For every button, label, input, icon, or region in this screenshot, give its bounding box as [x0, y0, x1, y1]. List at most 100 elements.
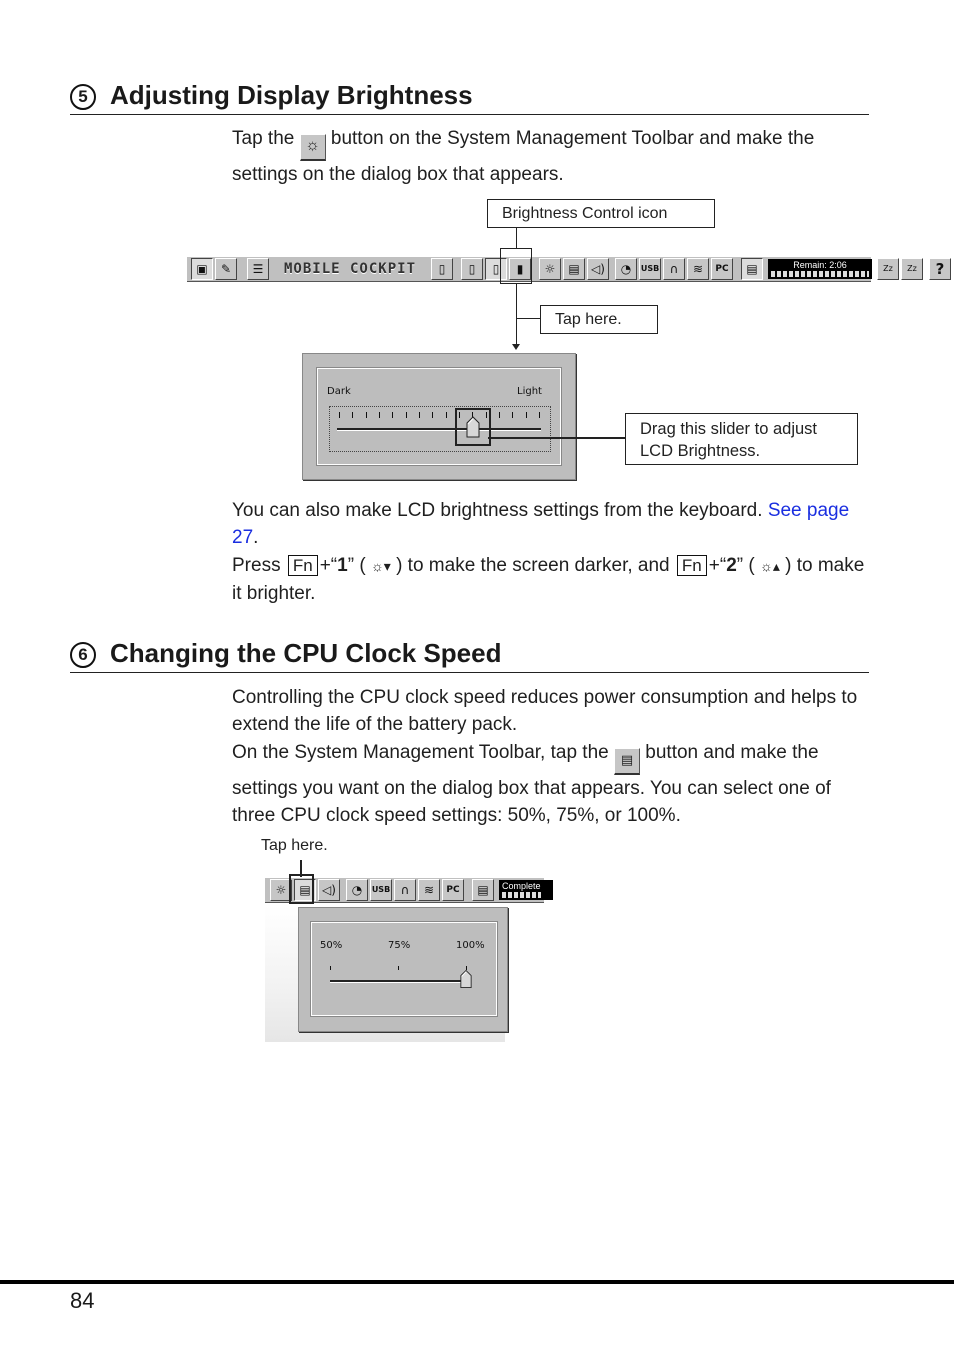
slider-ticks — [339, 412, 540, 420]
slider-tick — [432, 412, 434, 418]
arrow-line — [516, 284, 517, 348]
cpu-speed-icon: ▤ — [614, 747, 640, 775]
cpu-text-1: Controlling the CPU clock speed reduces … — [232, 687, 858, 736]
wireless-icon[interactable]: ≋ — [687, 258, 710, 280]
wireless-icon[interactable]: ≋ — [418, 879, 440, 901]
cpu-option-label: 75% — [388, 940, 411, 951]
brightness-icon: ☼ — [299, 134, 326, 161]
callout-leader-line — [516, 318, 540, 319]
key-2: 2 — [726, 554, 737, 576]
usb-icon[interactable]: USB — [639, 258, 662, 280]
key-1: 1 — [337, 554, 348, 576]
status-bar — [502, 892, 541, 898]
page-number: 84 — [70, 1288, 95, 1313]
arrow-head-icon — [512, 344, 520, 350]
disk-icon[interactable]: ◔ — [346, 879, 368, 901]
brightness-dialog: Dark Light — [302, 353, 576, 480]
darker-text: ) to make the screen darker, and — [396, 554, 670, 576]
slider-tick — [379, 412, 380, 418]
callout-leader-line — [488, 437, 626, 439]
brightness-icon-highlight — [500, 248, 532, 284]
pc-card-icon[interactable]: PC — [442, 879, 464, 901]
press-text: Press — [232, 554, 281, 576]
modem-icon[interactable]: ∩ — [394, 879, 416, 901]
slider-tick — [445, 412, 447, 418]
disk-icon[interactable]: ◔ — [615, 258, 638, 280]
callout-tap-here: Tap here. — [540, 305, 658, 334]
usb-icon[interactable]: USB — [370, 879, 392, 901]
keyboard-paragraph: You can also make LCD brightness setting… — [232, 497, 872, 607]
cpu-option-labels: 50% 75% 100% — [320, 940, 491, 954]
slider-tick — [392, 412, 394, 418]
section-number: 5 — [70, 84, 96, 110]
help-icon[interactable]: ? — [929, 258, 952, 280]
pc-card-icon[interactable]: PC — [711, 258, 734, 280]
cpu-slider-thumb[interactable] — [460, 968, 472, 990]
speaker-icon[interactable]: ◁) — [318, 879, 340, 901]
section-number: 6 — [70, 642, 96, 668]
quote-text: ” ( — [347, 554, 366, 576]
slider-tick — [499, 412, 500, 418]
slider-tick — [525, 412, 527, 418]
pen-icon[interactable]: ✎ — [215, 258, 237, 280]
slider-tick — [352, 412, 354, 418]
callout-brightness-icon: Brightness Control icon — [487, 199, 715, 228]
status-display: Complete — [499, 880, 553, 900]
cpu-option-label: 100% — [456, 940, 485, 951]
slider-tick — [339, 412, 340, 418]
cpu-speed-dialog: 50% 75% 100% — [298, 907, 508, 1032]
cpu-tick — [330, 966, 331, 970]
tap-here-label: Tap here. — [261, 837, 328, 854]
intro-text: Tap the — [232, 128, 295, 149]
cpu-icon-highlight — [289, 874, 314, 904]
brightness-down-icon: ☼▾ — [370, 557, 391, 574]
light-label: Light — [517, 386, 542, 397]
section-title: Changing the CPU Clock Speed — [110, 638, 502, 668]
fn-key: Fn — [287, 554, 318, 576]
dark-label: Dark — [327, 386, 351, 397]
briefcase-icon[interactable]: ▣ — [191, 258, 213, 280]
cpu-text-2: On the System Management Toolbar, tap th… — [232, 741, 609, 763]
plus-text: +“ — [319, 554, 338, 576]
cpu-tick — [398, 966, 399, 970]
slider-tick — [539, 412, 540, 418]
battery-icon[interactable]: ▯ — [461, 258, 484, 280]
toolbar-brand: MOBILE COCKPIT — [284, 261, 417, 277]
slider-tick — [419, 412, 420, 418]
callout-drag-slider: Drag this slider to adjust LCD Brightnes… — [625, 413, 858, 465]
hibernate-icon[interactable]: Zz — [901, 258, 924, 280]
slider-highlight — [455, 408, 491, 446]
remain-label: Remain: 2:06 — [793, 260, 847, 270]
remain-bar — [771, 271, 870, 277]
plus-text: +“ — [708, 554, 727, 576]
brightness-up-icon: ☼▴ — [759, 557, 780, 574]
section-heading-brightness: 5 Adjusting Display Brightness — [70, 78, 869, 115]
battery-icon[interactable]: ▯ — [431, 258, 454, 280]
brightness-icon[interactable]: ☼ — [539, 258, 562, 280]
period: . — [253, 527, 259, 549]
clipboard-icon[interactable]: ▤ — [472, 879, 494, 901]
section-heading-cpu: 6 Changing the CPU Clock Speed — [70, 636, 869, 673]
modem-icon[interactable]: ∩ — [663, 258, 686, 280]
cpu-option-label: 50% — [320, 940, 343, 951]
footer-rule — [0, 1280, 954, 1284]
settings-icon[interactable]: ☰ — [247, 258, 269, 280]
brightness-slider-track[interactable] — [337, 428, 541, 431]
slider-tick — [365, 412, 367, 418]
clipboard-icon[interactable]: ▤ — [741, 258, 764, 280]
cpu-slider-track[interactable] — [330, 980, 466, 983]
quote-text: ” ( — [736, 554, 755, 576]
suspend-icon[interactable]: Zz — [877, 258, 900, 280]
keyboard-text: You can also make LCD brightness setting… — [232, 500, 763, 521]
callout-leader-line — [516, 228, 517, 248]
cpu-paragraph: Controlling the CPU clock speed reduces … — [232, 684, 872, 829]
section-title: Adjusting Display Brightness — [110, 80, 473, 110]
battery-remain-display: Remain: 2:06 — [768, 259, 873, 279]
cpu-speed-icon[interactable]: ▤ — [563, 258, 586, 280]
slider-tick — [405, 412, 407, 418]
intro-paragraph: Tap the ☼ button on the System Managemen… — [232, 125, 872, 188]
speaker-icon[interactable]: ◁) — [587, 258, 610, 280]
slider-tick — [512, 412, 514, 418]
status-label: Complete — [502, 881, 541, 891]
fn-key: Fn — [676, 554, 707, 576]
